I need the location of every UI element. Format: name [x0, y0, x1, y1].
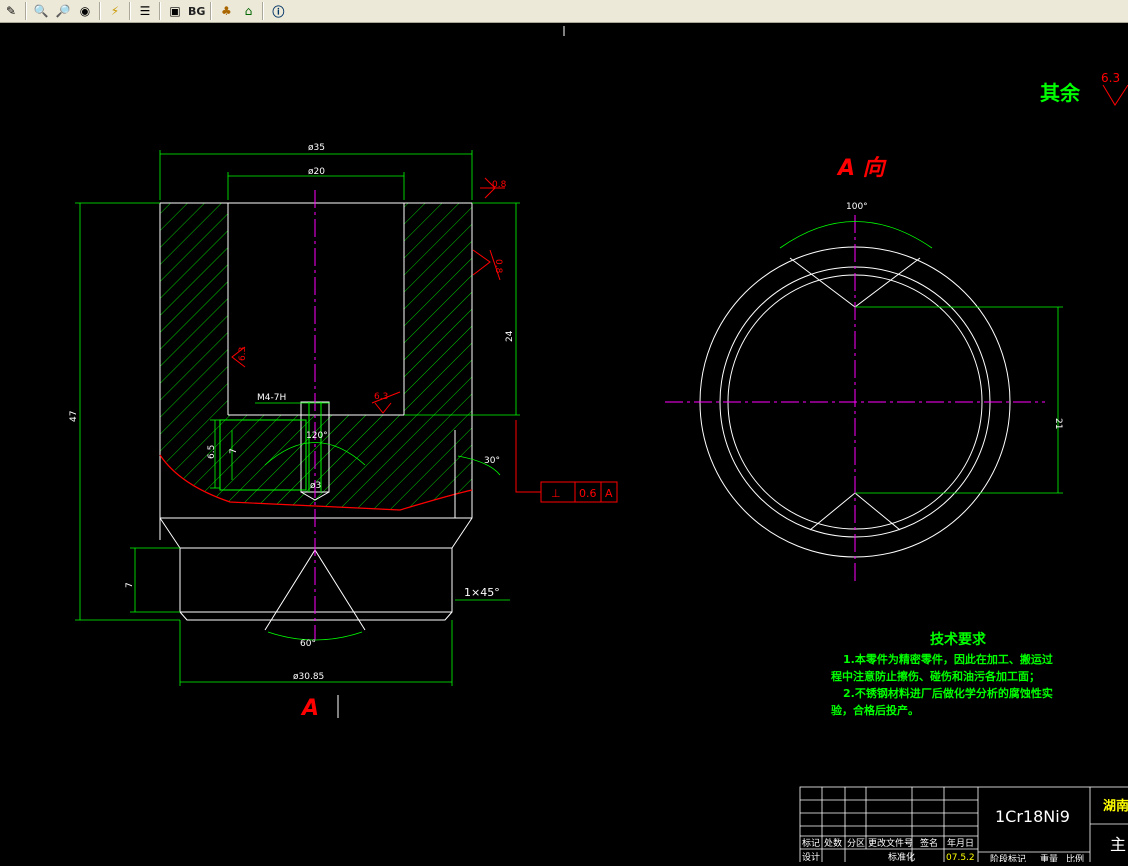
toolbar-separator [210, 2, 213, 20]
tolerance-symbol: ⊥ [551, 487, 561, 500]
technical-notes: 技术要求 1.本零件为精密零件，因此在加工、搬运过 程中注意防止擦伤、碰伤和油污… [831, 631, 1053, 717]
dim-flange-height: 7 [125, 582, 135, 588]
view-label: A 向 [836, 156, 888, 181]
tb-cell: 标准化 [888, 851, 915, 862]
view-a: 100° 21 A 向 [665, 156, 1063, 585]
tb-header: 签名 [920, 837, 938, 849]
select-tool-icon[interactable]: ✎ [0, 1, 22, 21]
title-block: 标记 处数 分区 更改文件号 签名 年月日 设计 标准化 07.5.2 阶段标记… [799, 786, 1128, 866]
surface-finish-label: 其余 [1040, 81, 1081, 105]
notes-line: 1.本零件为精密零件，因此在加工、搬运过 [843, 652, 1053, 666]
tb-header: 更改文件号 [868, 837, 913, 849]
eye-view-icon[interactable]: ◉ [74, 1, 96, 21]
tb-header: 标记 [802, 837, 820, 849]
print-icon[interactable]: ♣ [215, 1, 237, 21]
roughness-top: 0.8 [492, 180, 507, 190]
drawing-canvas[interactable]: ø35 ø20 47 24 M4-7H 6.5 7 120° ø3 30° 7 … [0, 23, 1128, 866]
dim-thread: M4-7H [257, 393, 286, 403]
tb-label: 重量 [1040, 853, 1058, 862]
toolbar: ✎ 🔍 🔎 ◉ ⚡ ☰ ▣ BG ♣ ⌂ ⓘ [0, 0, 1128, 23]
info-icon[interactable]: ⓘ [267, 1, 289, 21]
zoom-window-icon[interactable]: 🔎 [52, 1, 74, 21]
dim-view-angle: 100° [846, 202, 868, 212]
dim-drill-angle: 120° [306, 431, 328, 441]
dim-chamfer-angle: 30° [484, 456, 500, 466]
frame-icon[interactable]: ▣ [164, 1, 186, 21]
tb-main: 主 [1110, 835, 1126, 854]
lightning-icon[interactable]: ⚡ [104, 1, 126, 21]
tb-date: 07.5.2 [946, 853, 975, 862]
dim-outer-diameter: ø35 [308, 143, 325, 153]
tolerance-value: 0.6 [579, 487, 597, 500]
tb-company: 湖南 [1103, 798, 1128, 814]
dim-depth-1: 6.5 [207, 445, 217, 459]
tb-material: 1Cr18Ni9 [995, 807, 1070, 826]
tb-label: 阶段标记 [990, 853, 1026, 862]
toolbar-separator [25, 2, 27, 20]
tolerance-datum: A [605, 487, 613, 500]
layers-icon[interactable]: ☰ [134, 1, 156, 21]
background-button[interactable]: BG [186, 5, 207, 18]
roughness-left: 6.3 [238, 347, 248, 361]
toolbar-separator [159, 2, 161, 20]
home-icon[interactable]: ⌂ [237, 1, 259, 21]
tb-header: 分区 [847, 838, 865, 849]
surface-finish-note: 其余 6.3 [1040, 71, 1128, 106]
main-section-view: ø35 ø20 47 24 M4-7H 6.5 7 120° ø3 30° 7 … [69, 143, 618, 721]
dim-drill-diameter: ø3 [310, 481, 321, 491]
dim-cone-angle: 60° [300, 639, 316, 649]
tb-header: 处数 [824, 837, 842, 849]
dim-total-height: 47 [69, 411, 79, 422]
dim-view-width: 21 [1053, 418, 1063, 429]
dim-bore-height: 24 [505, 330, 515, 342]
section-label: A [300, 696, 319, 721]
dim-depth-2: 7 [229, 448, 239, 454]
toolbar-separator [262, 2, 265, 20]
hatch-right-wall [404, 203, 472, 415]
hatch-bottom [160, 415, 472, 510]
tb-cell: 设计 [802, 851, 820, 862]
notes-title: 技术要求 [930, 631, 987, 648]
dim-bottom-diameter: ø30.85 [293, 672, 324, 682]
tb-header: 年月日 [947, 837, 974, 849]
notes-line: 验，合格后投产。 [831, 703, 919, 717]
zoom-in-icon[interactable]: 🔍 [30, 1, 52, 21]
dim-inner-diameter: ø20 [308, 167, 325, 177]
toolbar-separator [99, 2, 101, 20]
tb-label: 比例 [1066, 853, 1084, 862]
roughness-bottom: 6.3 [374, 392, 388, 402]
notes-line: 程中注意防止擦伤、碰伤和油污各加工面； [831, 669, 1040, 683]
notes-line: 2.不锈钢材料进厂后做化学分析的腐蚀性实 [843, 686, 1053, 700]
surface-finish-value: 6.3 [1101, 71, 1120, 85]
roughness-right: 0.8 [493, 259, 503, 274]
hatch-left-wall [160, 203, 228, 415]
dim-chamfer: 1×45° [464, 586, 500, 599]
toolbar-separator [129, 2, 131, 20]
